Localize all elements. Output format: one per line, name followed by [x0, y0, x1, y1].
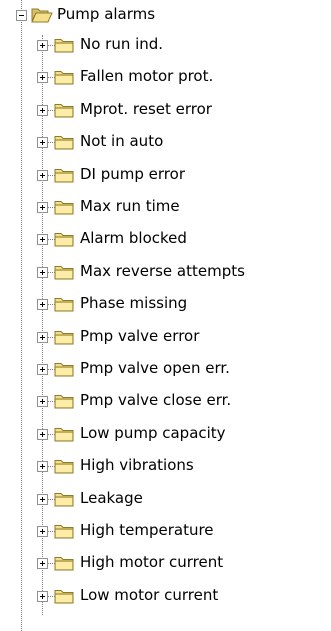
tree-node-label[interactable]: No run ind. — [80, 35, 163, 54]
expand-plus-icon[interactable] — [37, 461, 48, 472]
folder-open-icon — [31, 8, 53, 23]
tree-node-item[interactable]: No run ind. — [0, 34, 331, 57]
tree-node-item[interactable]: High motor current — [0, 552, 331, 575]
folder-icon — [54, 363, 74, 377]
tree-node-item[interactable]: Max reverse attempts — [0, 261, 331, 284]
expand-plus-icon[interactable] — [37, 494, 48, 505]
expand-plus-icon[interactable] — [37, 591, 48, 602]
folder-icon — [54, 201, 74, 215]
tree-node-item[interactable]: Mprot. reset error — [0, 99, 331, 122]
expand-plus-icon[interactable] — [37, 170, 48, 181]
folder-icon — [54, 590, 74, 604]
tree-node-item[interactable]: Low motor current — [0, 585, 331, 608]
tree-node-label[interactable]: Low motor current — [80, 586, 218, 605]
tree-node-label[interactable]: Phase missing — [80, 294, 187, 313]
tree-node-item[interactable]: High temperature — [0, 520, 331, 543]
tree-node-label[interactable]: DI pump error — [80, 165, 185, 184]
tree-node-label[interactable]: High vibrations — [80, 456, 194, 475]
tree-node-label[interactable]: Pump alarms — [57, 5, 155, 24]
folder-icon — [54, 104, 74, 118]
folder-icon — [54, 169, 74, 183]
folder-icon — [54, 233, 74, 247]
tree-node-label[interactable]: Pmp valve close err. — [80, 391, 231, 410]
collapse-minus-icon[interactable] — [16, 10, 27, 21]
expand-plus-icon[interactable] — [37, 332, 48, 343]
expand-plus-icon[interactable] — [37, 72, 48, 83]
alarm-tree-view[interactable]: Pump alarms No run ind. Fallen motor prot… — [0, 0, 331, 631]
expand-plus-icon[interactable] — [37, 364, 48, 375]
tree-node-item[interactable]: Leakage — [0, 488, 331, 511]
tree-node-label[interactable]: Pmp valve open err. — [80, 359, 230, 378]
tree-node-label[interactable]: High temperature — [80, 521, 214, 540]
tree-node-label[interactable]: Max reverse attempts — [80, 262, 245, 281]
folder-icon — [54, 136, 74, 150]
expand-plus-icon[interactable] — [37, 526, 48, 537]
expand-plus-icon[interactable] — [37, 234, 48, 245]
tree-node-item[interactable]: Pmp valve error — [0, 326, 331, 349]
tree-node-pump-alarms[interactable]: Pump alarms — [0, 4, 331, 27]
folder-icon — [54, 525, 74, 539]
tree-node-item[interactable]: Max run time — [0, 196, 331, 219]
tree-node-label[interactable]: Alarm blocked — [80, 229, 187, 248]
expand-plus-icon[interactable] — [37, 299, 48, 310]
expand-plus-icon[interactable] — [37, 396, 48, 407]
folder-icon — [54, 331, 74, 345]
expand-plus-icon[interactable] — [37, 105, 48, 116]
expand-plus-icon[interactable] — [37, 202, 48, 213]
tree-node-item[interactable]: Alarm blocked — [0, 228, 331, 251]
tree-node-item[interactable]: Low pump capacity — [0, 423, 331, 446]
folder-icon — [54, 39, 74, 53]
tree-node-item[interactable]: High vibrations — [0, 455, 331, 478]
folder-icon — [54, 557, 74, 571]
tree-node-label[interactable]: Max run time — [80, 197, 180, 216]
tree-node-label[interactable]: Fallen motor prot. — [80, 67, 213, 86]
tree-node-label[interactable]: Mprot. reset error — [80, 100, 212, 119]
folder-icon — [54, 428, 74, 442]
tree-node-label[interactable]: Pmp valve error — [80, 327, 199, 346]
expand-plus-icon[interactable] — [37, 137, 48, 148]
tree-node-label[interactable]: High motor current — [80, 553, 223, 572]
tree-node-item[interactable]: DI pump error — [0, 164, 331, 187]
tree-node-label[interactable]: Not in auto — [80, 132, 163, 151]
expand-plus-icon[interactable] — [37, 267, 48, 278]
folder-icon — [54, 460, 74, 474]
tree-node-item[interactable]: Pmp valve open err. — [0, 358, 331, 381]
folder-icon — [54, 298, 74, 312]
folder-icon — [54, 266, 74, 280]
tree-node-label[interactable]: Low pump capacity — [80, 424, 226, 443]
folder-icon — [54, 395, 74, 409]
expand-plus-icon[interactable] — [37, 429, 48, 440]
folder-icon — [54, 71, 74, 85]
tree-node-item[interactable]: Phase missing — [0, 293, 331, 316]
expand-plus-icon[interactable] — [37, 558, 48, 569]
tree-node-item[interactable]: Fallen motor prot. — [0, 66, 331, 89]
tree-node-label[interactable]: Leakage — [80, 489, 143, 508]
tree-node-item[interactable]: Not in auto — [0, 131, 331, 154]
expand-plus-icon[interactable] — [37, 40, 48, 51]
tree-node-item[interactable]: Pmp valve close err. — [0, 390, 331, 413]
folder-icon — [54, 493, 74, 507]
